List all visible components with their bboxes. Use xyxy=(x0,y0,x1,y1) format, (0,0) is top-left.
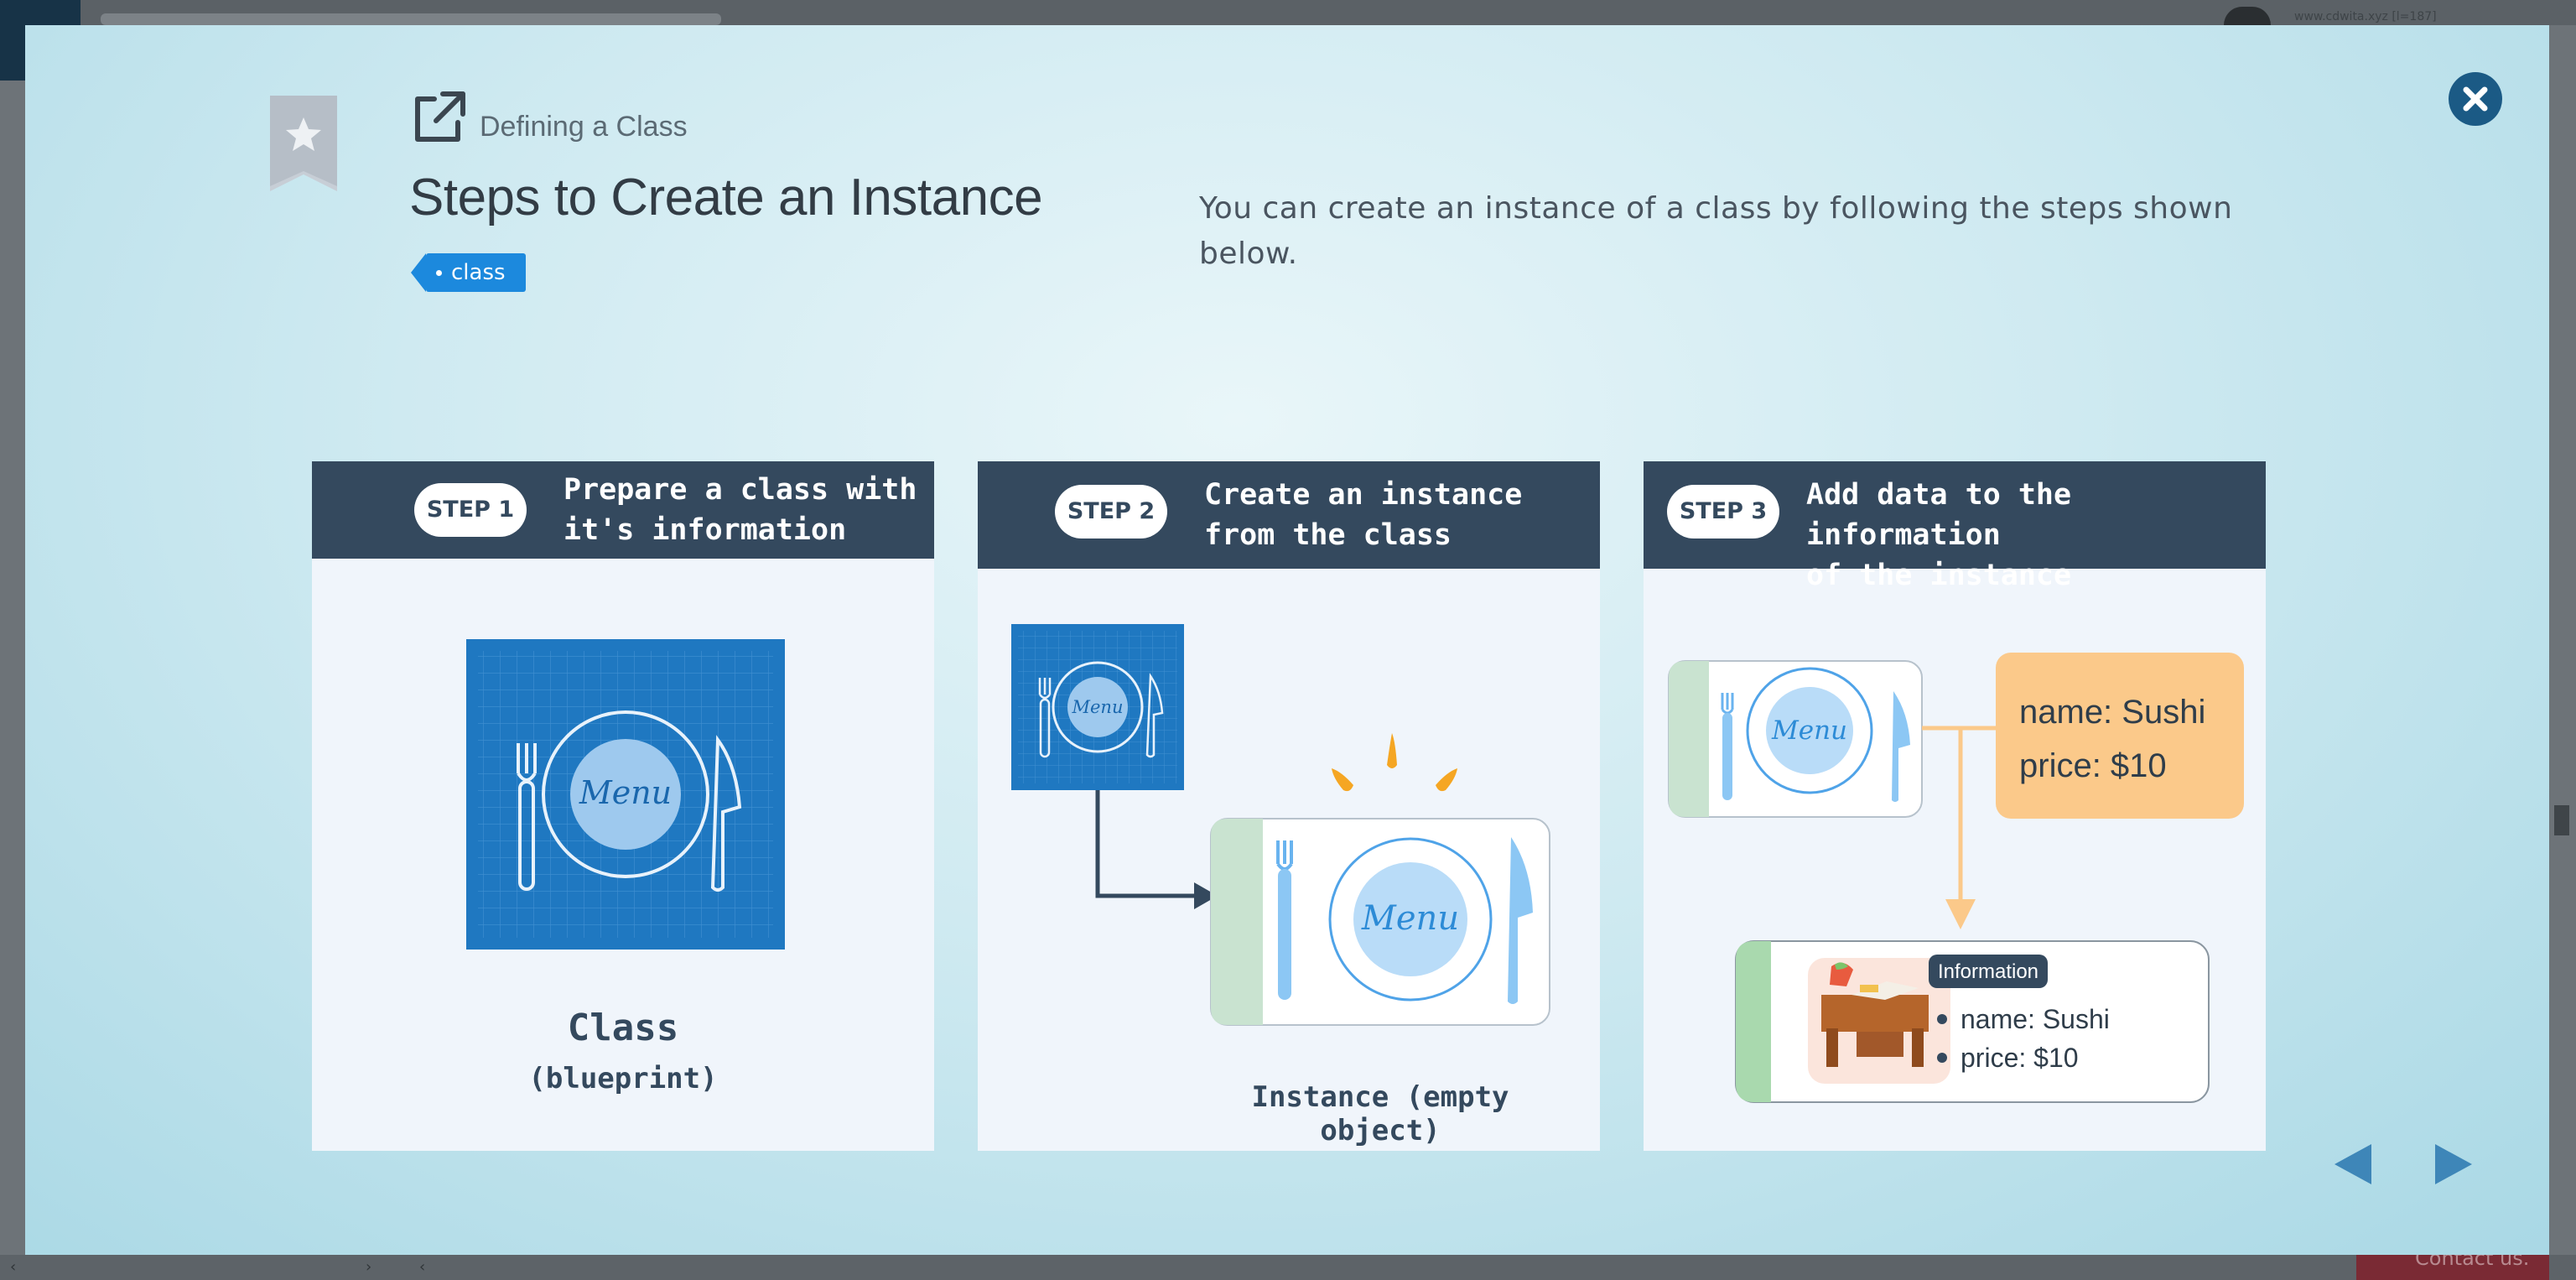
step-1-heading-line1: Prepare a class with xyxy=(564,473,917,507)
background-scroll-right-icon: › xyxy=(366,1258,372,1276)
data-name-line: name: Sushi xyxy=(2019,694,2205,731)
step-2-heading: Create an instance from the class xyxy=(1204,475,1522,555)
arrow-left-icon[interactable] xyxy=(2328,1139,2378,1189)
background-search-bar xyxy=(101,13,721,25)
data-price-line: price: $10 xyxy=(2019,747,2167,784)
step-3-header: STEP 3 Add data to the information of th… xyxy=(1644,461,2266,592)
tag-label: class xyxy=(451,260,506,285)
step-1-header: STEP 1 Prepare a class with it's informa… xyxy=(312,461,934,559)
close-button[interactable] xyxy=(2449,72,2502,126)
lesson-modal: Defining a Class Steps to Create an Inst… xyxy=(25,25,2549,1255)
step-1-caption-main: Class xyxy=(567,1007,679,1049)
class-blueprint-illustration: Menu xyxy=(466,639,785,950)
small-blueprint-plate-label: Menu xyxy=(1072,697,1124,717)
info-item-price: price: $10 xyxy=(1961,1043,2079,1073)
add-data-illustration: Menu name: Sushi price: $10 Information xyxy=(1668,653,2244,1103)
step-2-badge: STEP 2 xyxy=(1055,485,1167,539)
step-2-caption: Instance (empty object) xyxy=(1251,1080,1509,1147)
step-3-badge: STEP 3 xyxy=(1667,485,1779,539)
step-1-badge: STEP 1 xyxy=(414,483,527,537)
step-1-heading: Prepare a class with it's information xyxy=(564,470,917,550)
step-3-heading-line2: of the instance xyxy=(1806,559,2072,592)
background-scrollbar-thumb xyxy=(2554,805,2569,835)
arrow-right-icon[interactable] xyxy=(2428,1139,2479,1189)
class-plate-label: Menu xyxy=(579,774,672,811)
step-2-heading-line2: from the class xyxy=(1204,518,1452,552)
background-url-text: www.cdwita.xyz [l=187] xyxy=(2294,10,2437,23)
step-3-heading: Add data to the information of the insta… xyxy=(1806,475,2266,596)
instance-creation-illustration: Menu Menu xyxy=(1011,624,1550,1026)
tag-dot xyxy=(436,270,442,276)
instance-plate-label: Menu xyxy=(1361,899,1459,938)
background-scroll-left-icon: ‹ xyxy=(10,1258,17,1276)
background-scroll-left-icon-2: ‹ xyxy=(419,1258,426,1276)
bookmark-star-icon[interactable] xyxy=(268,96,339,193)
step-2-panel: STEP 2 Create an instance from the class… xyxy=(978,461,1600,1151)
class-tag[interactable]: class xyxy=(411,253,526,292)
background-bottom-bar xyxy=(0,1255,2576,1280)
external-link-icon[interactable] xyxy=(409,89,468,148)
info-badge-label: Information xyxy=(1938,960,2038,983)
close-icon xyxy=(2463,86,2488,112)
intro-text: You can create an instance of a class by… xyxy=(1199,191,2233,271)
page-title: Steps to Create an Instance xyxy=(409,169,1043,226)
step-1-caption-sub: (blueprint) xyxy=(528,1062,718,1095)
step-1-heading-line2: it's information xyxy=(564,513,847,547)
info-item-name: name: Sushi xyxy=(1961,1004,2110,1034)
lesson-eyebrow: Defining a Class xyxy=(480,111,688,143)
step-3-panel: STEP 3 Add data to the information of th… xyxy=(1644,461,2266,1151)
step-3-heading-line1: Add data to the information xyxy=(1806,478,2072,552)
step-3-plate-label: Menu xyxy=(1771,715,1847,746)
step-2-header: STEP 2 Create an instance from the class xyxy=(978,461,1600,569)
step-2-heading-line1: Create an instance xyxy=(1204,478,1523,512)
step-1-panel: STEP 1 Prepare a class with it's informa… xyxy=(312,461,934,1151)
